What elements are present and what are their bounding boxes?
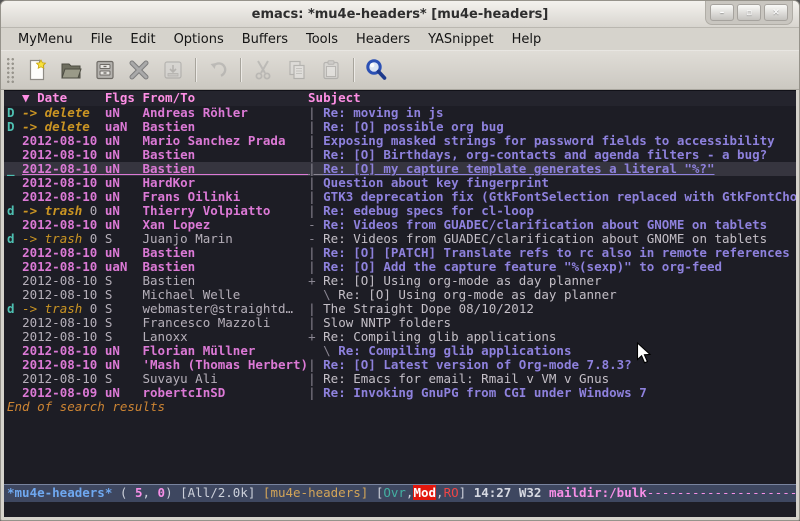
message-row[interactable]: D -> delete uN Andreas Röhler | Re: movi… xyxy=(4,106,796,120)
modeline-modflag: Mod xyxy=(413,485,436,500)
menu-item-help[interactable]: Help xyxy=(503,30,551,49)
modeline-plain: , xyxy=(436,485,444,500)
message-row[interactable]: 2012-08-10 S Francesco Mazzoli | Slow NN… xyxy=(4,316,796,330)
modeline-time: 14:27 W32 xyxy=(474,485,549,500)
message-row[interactable]: d -> trash 0 S Juanjo Marin - Re: Videos… xyxy=(4,232,796,246)
message-row[interactable]: _ 2012-08-10 uN Bastien | Re: [O] my cap… xyxy=(4,162,796,176)
modeline-mode: [mu4e-headers] xyxy=(263,485,376,500)
menu-item-edit[interactable]: Edit xyxy=(121,30,164,49)
maximize-button[interactable]: ▫ xyxy=(737,4,761,21)
modeline-num: 0 xyxy=(158,485,166,500)
window-buttons: –▫✕ xyxy=(705,1,793,25)
message-row[interactable]: D -> delete uaN Bastien | Re: [O] possib… xyxy=(4,120,796,134)
message-row[interactable]: 2012-08-10 S Michael Welle \ Re: [O] Usi… xyxy=(4,288,796,302)
copy-icon xyxy=(280,55,314,85)
modeline-ovr: Ovr xyxy=(383,485,406,500)
empty-buffer-space xyxy=(4,414,796,484)
message-row[interactable]: 2012-08-10 uaN Bastien | Re: [O] Add the… xyxy=(4,260,796,274)
message-row[interactable]: 2012-08-10 uN Xan Lopez - Re: Videos fro… xyxy=(4,218,796,232)
menu-item-headers[interactable]: Headers xyxy=(347,30,419,49)
menu-item-options[interactable]: Options xyxy=(165,30,233,49)
end-of-search-results: End of search results xyxy=(4,400,796,414)
window-title: emacs: *mu4e-headers* [mu4e-headers] xyxy=(252,7,549,22)
modeline-buffer: *mu4e-headers* xyxy=(7,485,112,500)
message-list: D -> delete uN Andreas Röhler | Re: movi… xyxy=(4,106,796,484)
message-row[interactable]: d -> trash 0 uN Thierry Volpiatto | Re: … xyxy=(4,204,796,218)
modeline-plain: ) xyxy=(165,485,180,500)
menu-item-yasnippet[interactable]: YASnippet xyxy=(419,30,503,49)
modeline: *mu4e-headers* ( 5, 0) [All/2.0k] [mu4e-… xyxy=(4,484,796,502)
modeline-ro: RO xyxy=(444,485,459,500)
cut-icon xyxy=(246,55,280,85)
menu-item-mymenu[interactable]: MyMenu xyxy=(9,30,82,49)
toolbar-separator xyxy=(195,58,196,82)
message-row[interactable]: 2012-08-10 uN Florian Müllner \ Re: Comp… xyxy=(4,344,796,358)
close-buffer-icon[interactable] xyxy=(122,55,156,85)
headers-column-row[interactable]: ▼ Date Flgs From/To Subject xyxy=(4,91,796,106)
message-row[interactable]: 2012-08-10 uN 'Mash (Thomas Herbert)| Re… xyxy=(4,358,796,372)
search-icon[interactable] xyxy=(359,55,393,85)
message-row[interactable]: 2012-08-09 uN robertcInSD | Re: Invoking… xyxy=(4,386,796,400)
menu-item-buffers[interactable]: Buffers xyxy=(233,30,297,49)
echo-area[interactable] xyxy=(4,502,796,517)
message-row[interactable]: 2012-08-10 S Lanoxx + Re: Compiling glib… xyxy=(4,330,796,344)
close-button[interactable]: ✕ xyxy=(764,4,788,21)
mu4e-headers-buffer: ▼ Date Flgs From/To Subject D -> delete … xyxy=(4,90,796,517)
undo-icon xyxy=(201,55,235,85)
modeline-plain: ( xyxy=(112,485,135,500)
message-row[interactable]: 2012-08-10 uN Frans Oilinki | GTK3 depre… xyxy=(4,190,796,204)
title-bar[interactable]: emacs: *mu4e-headers* [mu4e-headers] –▫✕ xyxy=(1,1,799,28)
message-row[interactable]: 2012-08-10 S Bastien + Re: [O] Using org… xyxy=(4,274,796,288)
modeline-plain: , xyxy=(142,485,157,500)
message-row[interactable]: 2012-08-10 uN Bastien | Re: [O] [PATCH] … xyxy=(4,246,796,260)
message-row[interactable]: 2012-08-10 S Suvayu Ali | Re: Emacs for … xyxy=(4,372,796,386)
modeline-plain: [All/2.0k] xyxy=(180,485,263,500)
toolbar-separator xyxy=(240,58,241,82)
menubar: MyMenuFileEditOptionsBuffersToolsHeaders… xyxy=(1,28,799,50)
message-row[interactable]: 2012-08-10 uN HardKor | Question about k… xyxy=(4,176,796,190)
toolbar-separator xyxy=(353,58,354,82)
menu-item-file[interactable]: File xyxy=(82,30,122,49)
save-as-icon xyxy=(156,55,190,85)
menu-item-tools[interactable]: Tools xyxy=(297,30,347,49)
open-folder-icon[interactable] xyxy=(54,55,88,85)
toolbar-grip-handle[interactable] xyxy=(6,57,15,83)
toolbar xyxy=(1,50,799,90)
modeline-plain: ] xyxy=(459,485,474,500)
new-file-icon[interactable] xyxy=(20,55,54,85)
message-row[interactable]: d -> trash 0 S webmaster@straightd… | Th… xyxy=(4,302,796,316)
modeline-dashes: ---------------------------------------- xyxy=(647,485,796,500)
save-icon[interactable] xyxy=(88,55,122,85)
message-row[interactable]: 2012-08-10 uN Bastien | Re: [O] Birthday… xyxy=(4,148,796,162)
emacs-window: emacs: *mu4e-headers* [mu4e-headers] –▫✕… xyxy=(0,0,800,521)
modeline-maildir: maildir:/bulk xyxy=(549,485,647,500)
minimize-button[interactable]: – xyxy=(710,4,734,21)
paste-icon xyxy=(314,55,348,85)
message-row[interactable]: 2012-08-10 uN Mario Sanchez Prada | Expo… xyxy=(4,134,796,148)
